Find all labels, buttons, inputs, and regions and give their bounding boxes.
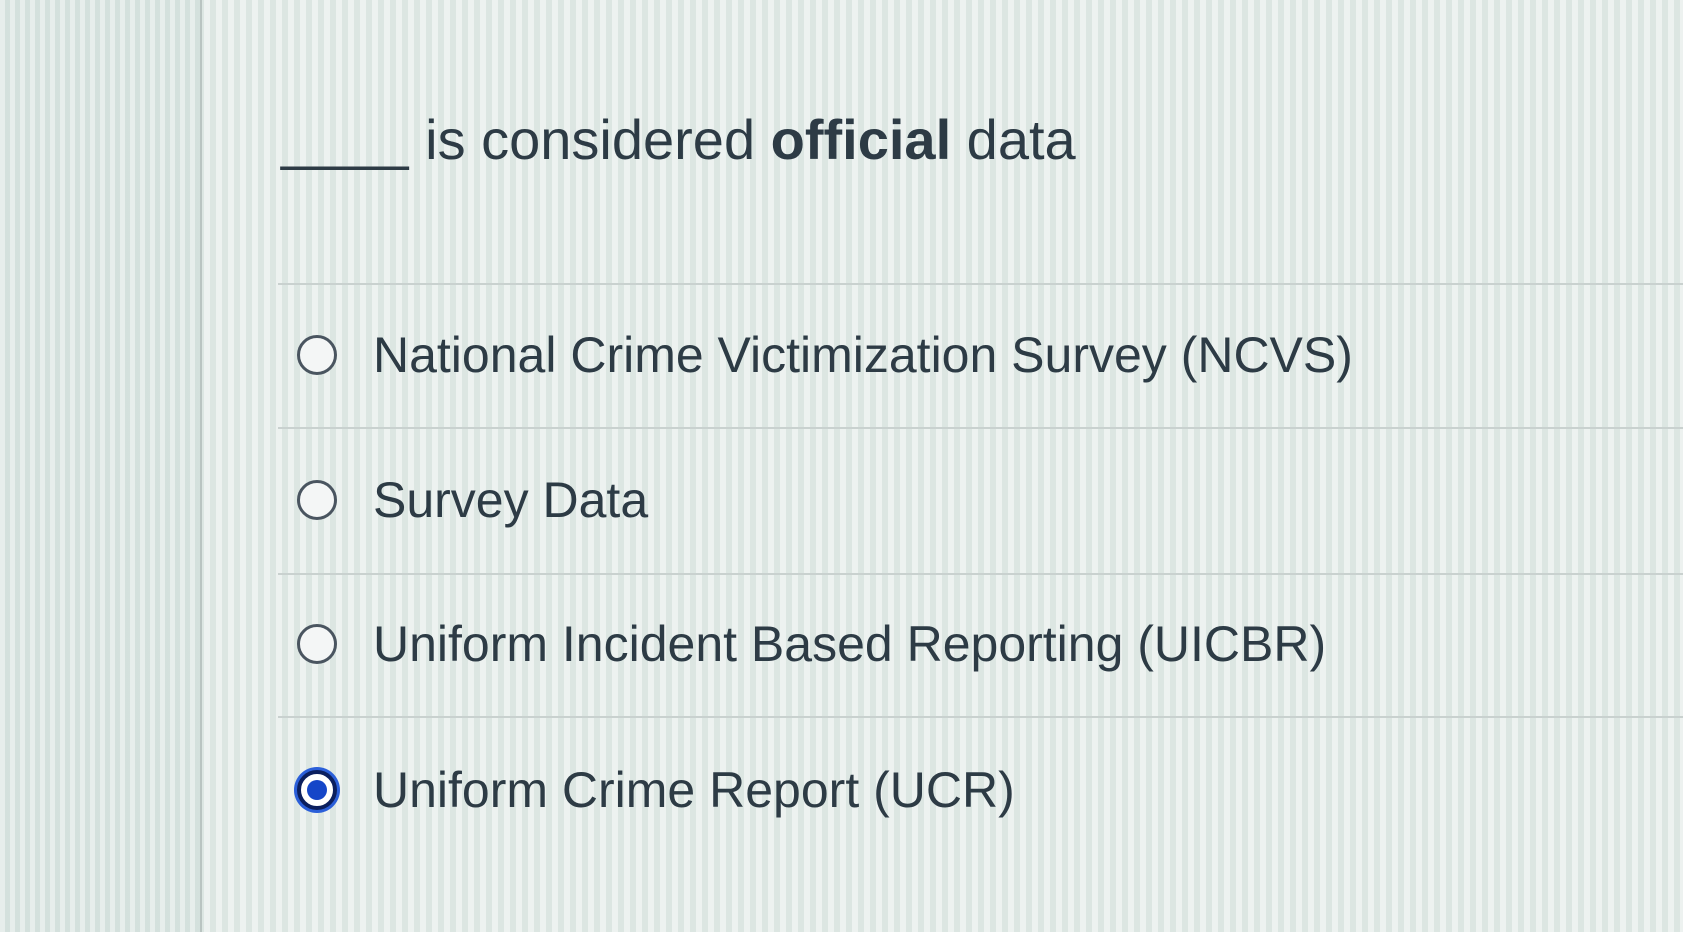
answer-option-ncvs[interactable]: National Crime Victimization Survey (NCV… (297, 320, 1353, 390)
answer-label: Uniform Incident Based Reporting (UICBR) (373, 616, 1327, 672)
divider (278, 573, 1683, 575)
question-text-after: data (951, 108, 1076, 171)
question-panel: ____ is considered official data Nationa… (202, 0, 1683, 932)
left-gutter (0, 0, 200, 932)
answer-option-uicbr[interactable]: Uniform Incident Based Reporting (UICBR) (297, 609, 1326, 679)
quiz-screen: ____ is considered official data Nationa… (0, 0, 1683, 932)
divider (278, 427, 1683, 429)
answer-option-survey-data[interactable]: Survey Data (297, 465, 648, 535)
question-blank: ____ (281, 108, 410, 171)
radio-button-survey-data[interactable] (297, 480, 337, 520)
question-text: ____ is considered official data (281, 112, 1076, 168)
radio-button-ncvs[interactable] (297, 335, 337, 375)
question-emphasis: official (770, 108, 952, 171)
answer-label: Uniform Crime Report (UCR) (373, 762, 1015, 818)
radio-button-uicbr[interactable] (297, 624, 337, 664)
radio-button-ucr-selected[interactable] (297, 770, 337, 810)
divider (278, 283, 1683, 285)
divider (278, 716, 1683, 718)
answer-label: Survey Data (373, 472, 649, 528)
question-text-before: is considered (409, 108, 771, 171)
answer-option-ucr[interactable]: Uniform Crime Report (UCR) (297, 755, 1015, 825)
answer-label: National Crime Victimization Survey (NCV… (373, 327, 1353, 383)
